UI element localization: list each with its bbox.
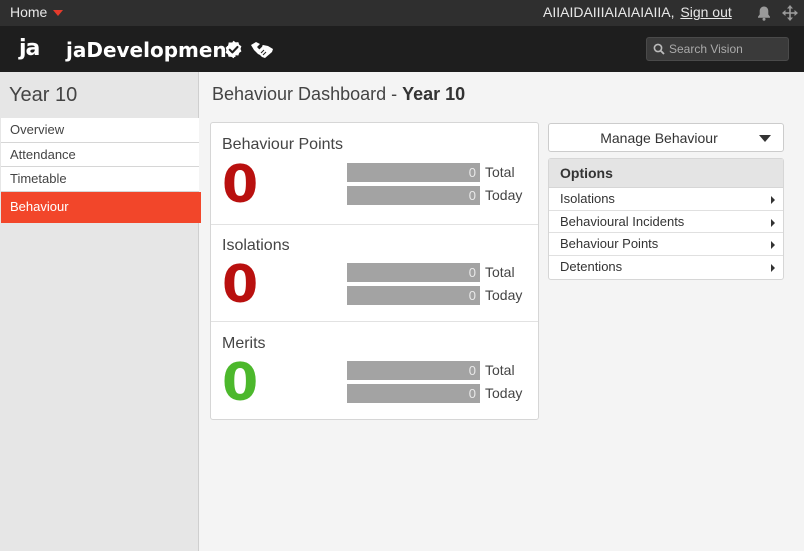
app-header: ja jaDevelopment (0, 26, 804, 72)
sidebar-item-behaviour[interactable]: Behaviour (1, 191, 201, 223)
sidebar-item-timetable[interactable]: Timetable (1, 167, 199, 192)
sidebar-nav: Overview Attendance Timetable Behaviour (1, 118, 201, 223)
stats-card: Behaviour Points 0 0 Total 0 Today Isola… (210, 122, 539, 420)
sidebar-title: Year 10 (9, 84, 78, 106)
stat-isolations: Isolations 0 0 Total 0 Today (211, 225, 538, 322)
option-behavioural-incidents[interactable]: Behavioural Incidents (549, 211, 783, 234)
stat-value: 0 (222, 155, 259, 215)
chevron-right-icon (771, 196, 775, 204)
total-bar: 0 (347, 361, 480, 380)
today-label: Today (485, 287, 523, 303)
today-label: Today (485, 385, 523, 401)
options-title: Options (549, 159, 783, 188)
chevron-right-icon (771, 218, 775, 227)
chevron-down-icon (759, 135, 771, 142)
sign-out-link[interactable]: Sign out (680, 4, 731, 20)
total-label: Total (485, 362, 515, 378)
home-menu[interactable]: Home (10, 4, 64, 20)
manage-behaviour-dropdown[interactable]: Manage Behaviour (548, 123, 784, 152)
stat-merits: Merits 0 0 Total 0 Today (211, 322, 538, 419)
stat-behaviour-points: Behaviour Points 0 0 Total 0 Today (211, 123, 538, 225)
chevron-right-icon (771, 241, 775, 250)
search-box[interactable] (646, 37, 789, 61)
option-isolations[interactable]: Isolations (549, 188, 783, 211)
today-label: Today (485, 187, 523, 203)
search-input[interactable] (669, 40, 784, 58)
stat-label: Behaviour Points (222, 136, 343, 153)
stat-label: Merits (222, 335, 266, 352)
options-panel: Options Isolations Behavioural Incidents… (548, 158, 784, 280)
stat-label: Isolations (222, 237, 290, 254)
sidebar-item-overview[interactable]: Overview (1, 118, 199, 143)
move-icon[interactable] (781, 4, 799, 22)
app-name[interactable]: jaDevelopment (66, 38, 236, 62)
total-label: Total (485, 164, 515, 180)
manage-behaviour-label: Manage Behaviour (600, 130, 718, 146)
app-logo[interactable]: ja (19, 36, 40, 61)
bell-icon[interactable] (756, 5, 772, 21)
sidebar-item-attendance[interactable]: Attendance (1, 142, 199, 167)
user-name: AIIAIDAIIIAIAIAIAIIA, Sign out (543, 4, 732, 20)
verified-icon (225, 40, 242, 59)
stat-value: 0 (222, 353, 259, 413)
home-label: Home (10, 4, 48, 20)
total-bar: 0 (347, 263, 480, 282)
total-bar: 0 (347, 163, 480, 182)
sidebar: Year 10 Overview Attendance Timetable Be… (0, 72, 201, 551)
chevron-down-icon (53, 10, 64, 16)
handshake-icon (251, 42, 273, 58)
top-bar: Home AIIAIDAIIIAIAIAIAIIA, Sign out (0, 0, 804, 26)
page-title: Behaviour Dashboard - Year 10 (212, 84, 466, 104)
option-behaviour-points[interactable]: Behaviour Points (549, 233, 783, 257)
total-label: Total (485, 264, 515, 280)
search-icon (653, 43, 665, 55)
today-bar: 0 (347, 384, 480, 403)
today-bar: 0 (347, 286, 480, 305)
today-bar: 0 (347, 186, 480, 205)
chevron-right-icon (771, 264, 775, 273)
stat-value: 0 (222, 255, 259, 315)
option-detentions[interactable]: Detentions (549, 256, 783, 279)
